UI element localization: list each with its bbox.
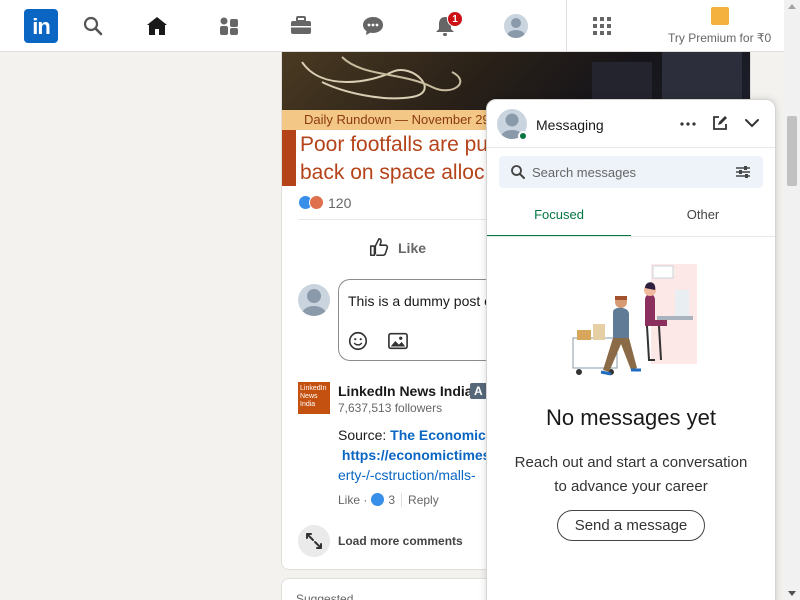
- comment-actions: Like · 3 Reply: [338, 493, 439, 507]
- headline-text: Poor footfalls are pu back on space allo…: [300, 131, 488, 187]
- reaction-count: 120: [328, 195, 352, 211]
- premium-link[interactable]: Try Premium for ₹0: [668, 31, 771, 45]
- comment-draft-text: This is a dummy post c: [348, 293, 492, 309]
- commenter-avatar[interactable]: [298, 284, 330, 316]
- suggested-label: Suggested: [296, 592, 354, 600]
- messaging-icon[interactable]: [361, 14, 385, 38]
- comment-author-name[interactable]: LinkedIn News India: [338, 383, 473, 399]
- headline-line-2: back on space alloc: [300, 161, 485, 184]
- headline-accent-bar: [282, 130, 296, 186]
- search-messages-input[interactable]: Search messages: [499, 156, 763, 188]
- tab-other[interactable]: Other: [631, 197, 775, 237]
- empty-state-line-2: to advance your career: [554, 478, 708, 495]
- article-link-line-1[interactable]: https://economictimes.: [342, 447, 494, 463]
- more-options-icon[interactable]: [677, 116, 699, 132]
- comment-reply-button[interactable]: Reply: [408, 493, 439, 507]
- empty-state-line-1: Reach out and start a conversation: [514, 454, 748, 471]
- avatar[interactable]: [504, 14, 528, 38]
- linkedin-logo[interactable]: in: [24, 9, 58, 43]
- article-link-line-2[interactable]: erty-/-cstruction/malls-: [338, 467, 476, 483]
- comment-like-reaction-icon: [371, 493, 385, 506]
- filter-icon[interactable]: [735, 164, 751, 180]
- search-placeholder: Search messages: [532, 165, 637, 180]
- like-button-label: Like: [398, 240, 427, 256]
- comment-like-button[interactable]: Like: [338, 493, 360, 507]
- empty-state-illustration: [572, 264, 697, 376]
- image-upload-icon[interactable]: [387, 331, 409, 351]
- nav-divider: [566, 0, 567, 52]
- tab-focused[interactable]: Focused: [487, 197, 631, 237]
- expand-icon[interactable]: [298, 525, 330, 557]
- scroll-down-icon[interactable]: [788, 591, 796, 596]
- love-reaction-icon: [309, 195, 324, 210]
- empty-state-description: Reach out and start a conversation to ad…: [487, 451, 775, 499]
- tabs-divider: [487, 236, 775, 237]
- comment-actions-divider: [401, 493, 403, 507]
- empty-state-title: No messages yet: [546, 405, 716, 430]
- load-more-comments-button[interactable]: Load more comments: [338, 534, 463, 548]
- jobs-icon[interactable]: [289, 14, 313, 38]
- emoji-icon[interactable]: [347, 330, 369, 352]
- home-icon[interactable]: [145, 14, 169, 38]
- top-nav: in 1 Try Premium for ₹0: [0, 0, 784, 52]
- messaging-panel: Messaging Search messages Focused Other: [486, 99, 776, 600]
- thumbs-up-icon: [369, 237, 389, 257]
- scroll-up-icon[interactable]: [788, 4, 796, 9]
- apps-grid-icon[interactable]: [590, 14, 614, 38]
- headline-line-1: Poor footfalls are pu: [300, 133, 488, 156]
- author-badge: A: [470, 383, 487, 399]
- send-message-button[interactable]: Send a message: [557, 510, 705, 541]
- premium-icon[interactable]: [711, 7, 729, 25]
- compose-icon[interactable]: [711, 114, 729, 132]
- messaging-title: Messaging: [536, 117, 604, 133]
- online-status-indicator: [518, 131, 528, 141]
- comment-author-followers: 7,637,513 followers: [338, 401, 443, 415]
- scrollbar-thumb[interactable]: [787, 116, 797, 186]
- notification-badge: 1: [447, 11, 463, 27]
- linkedin-news-india-logo[interactable]: LinkedIn News India: [298, 382, 330, 414]
- chevron-down-icon[interactable]: [743, 116, 761, 130]
- comment-body: Source: The Economic Ti https://economic…: [338, 425, 502, 485]
- network-icon[interactable]: [217, 14, 241, 38]
- messaging-header[interactable]: Messaging: [487, 100, 775, 148]
- search-icon[interactable]: [81, 14, 105, 38]
- page-scrollbar[interactable]: [784, 0, 800, 600]
- comment-like-count[interactable]: 3: [388, 493, 395, 507]
- search-icon: [511, 165, 525, 179]
- source-prefix: Source:: [338, 427, 391, 443]
